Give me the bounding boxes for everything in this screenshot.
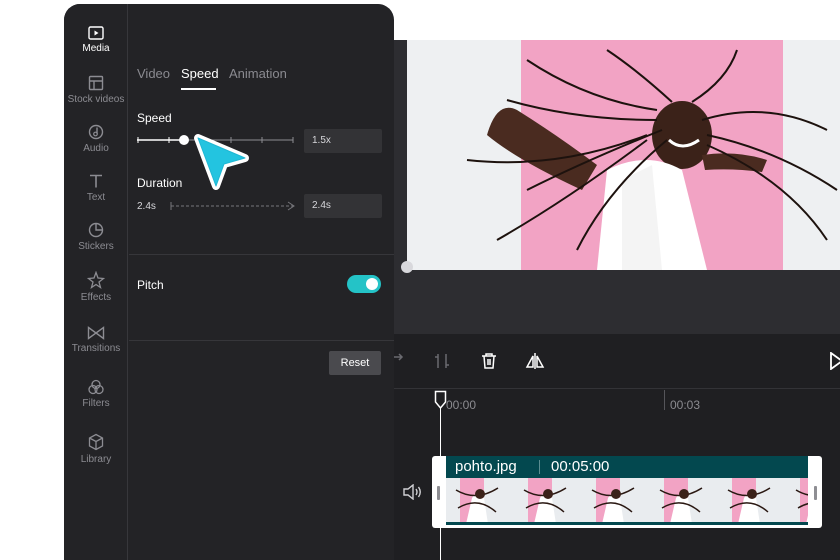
preview-resize-handle[interactable] <box>401 261 413 273</box>
sidebar-item-label: Stock videos <box>67 94 125 105</box>
sidebar-item-label: Library <box>80 454 112 465</box>
speed-label: Speed <box>137 111 172 125</box>
sidebar-item-stickers[interactable]: Stickers <box>64 222 128 252</box>
toggle-knob <box>366 278 378 290</box>
clip-header: pohto.jpg 00:05:00 <box>446 456 808 478</box>
sidebar-item-label: Transitions <box>71 343 121 354</box>
volume-icon[interactable] <box>403 483 423 505</box>
clip-trim-handle-right[interactable] <box>814 486 817 500</box>
playhead-handle[interactable] <box>434 390 447 415</box>
sidebar-item-stock-videos[interactable]: Stock videos <box>64 75 128 105</box>
stock-videos-icon <box>88 75 104 91</box>
sidebar-item-effects[interactable]: Effects <box>64 271 128 303</box>
transitions-icon <box>87 326 105 340</box>
tab-active-indicator <box>181 88 216 90</box>
sidebar-item-label: Media <box>82 43 110 54</box>
sidebar-item-label: Filters <box>82 398 110 409</box>
duration-arrow-icon <box>169 199 297 213</box>
sidebar-item-transitions[interactable]: Transitions <box>64 326 128 354</box>
reset-button[interactable]: Reset <box>329 351 381 375</box>
pitch-toggle[interactable] <box>347 275 381 293</box>
tab-animation[interactable]: Animation <box>229 66 287 81</box>
speed-value-field[interactable]: 1.5x <box>304 129 382 153</box>
clip-thumbnail <box>800 478 808 524</box>
stickers-icon <box>88 222 104 238</box>
preview-video-frame[interactable] <box>407 40 840 270</box>
speed-slider-thumb <box>179 135 189 145</box>
ruler-tick <box>664 390 665 410</box>
sidebar: Media Stock videos Audio Text Stickers E… <box>64 4 128 560</box>
sidebar-item-library[interactable]: Library <box>64 433 128 465</box>
section-divider <box>129 340 394 341</box>
sidebar-item-media[interactable]: Media <box>64 26 128 54</box>
text-icon <box>90 174 102 188</box>
clip-thumbnail-strip <box>446 478 808 524</box>
playhead-line <box>440 398 441 560</box>
tab-video[interactable]: Video <box>137 66 170 81</box>
properties-content: Video Speed Animation Speed 1.5x Duratio… <box>129 4 394 560</box>
play-icon[interactable] <box>829 351 840 375</box>
library-icon <box>88 433 104 451</box>
time-mark-3s: 00:03 <box>670 398 701 412</box>
sidebar-item-filters[interactable]: Filters <box>64 379 128 409</box>
pitch-label: Pitch <box>137 278 164 292</box>
filters-icon <box>88 379 104 395</box>
delete-icon[interactable] <box>481 352 497 375</box>
clip-bottom-bar <box>446 522 808 525</box>
effects-icon <box>87 271 105 289</box>
tab-speed[interactable]: Speed <box>181 66 219 81</box>
duration-original: 2.4s <box>137 201 156 212</box>
cursor-pointer-icon <box>190 130 254 199</box>
media-icon <box>88 26 104 40</box>
clip-duration: 00:05:00 <box>551 458 610 475</box>
editor-panel: Media Stock videos Audio Text Stickers E… <box>64 4 394 560</box>
split-icon[interactable] <box>394 352 406 375</box>
duration-label: Duration <box>137 176 183 190</box>
timeline-ruler-line <box>394 388 840 389</box>
clip-header-divider <box>539 460 540 474</box>
flip-icon[interactable] <box>525 352 545 375</box>
sidebar-item-label: Stickers <box>78 241 114 252</box>
sidebar-item-label: Effects <box>80 292 112 303</box>
app-stage: 00:00 00:03 pohto.jpg 00:05:00 Media Sto… <box>0 0 840 560</box>
sidebar-item-label: Text <box>86 192 106 203</box>
clip-name: pohto.jpg <box>455 458 517 475</box>
duration-value-field[interactable]: 2.4s <box>304 194 382 218</box>
timeline-clip[interactable]: pohto.jpg 00:05:00 <box>432 456 822 528</box>
sidebar-item-audio[interactable]: Audio <box>64 124 128 154</box>
time-mark-start: 00:00 <box>446 398 477 412</box>
section-divider <box>129 254 394 255</box>
audio-icon <box>88 124 104 140</box>
sidebar-item-label: Audio <box>83 143 109 154</box>
crop-icon[interactable] <box>434 353 450 374</box>
sidebar-item-text[interactable]: Text <box>64 173 128 203</box>
